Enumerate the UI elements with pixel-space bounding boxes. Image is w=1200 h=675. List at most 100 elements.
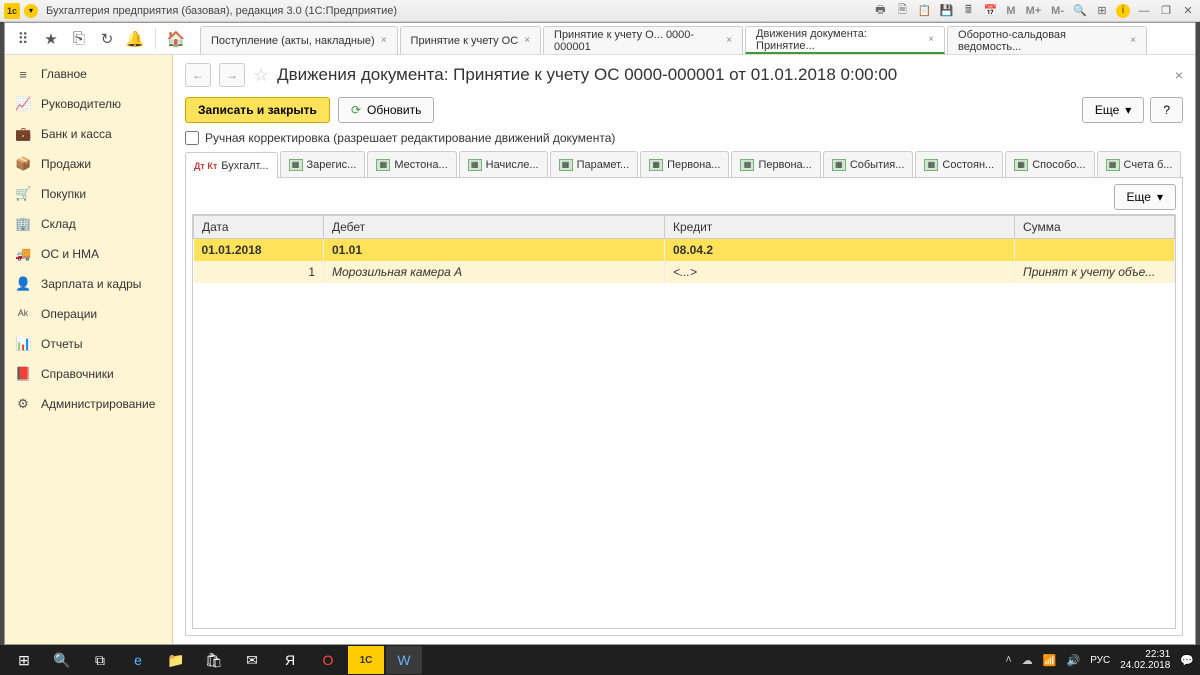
yandex-icon[interactable]: Я — [272, 646, 308, 674]
document-tab[interactable]: Поступление (акты, накладные)× — [200, 26, 398, 54]
calendar-icon[interactable]: 📅 — [982, 3, 998, 19]
register-tab[interactable]: ▦Счета б... — [1097, 151, 1182, 177]
manual-edit-checkbox[interactable] — [185, 131, 199, 145]
col-debit[interactable]: Дебет — [324, 216, 665, 239]
register-tab[interactable]: ▦Первона... — [640, 151, 729, 177]
edge-icon[interactable]: e — [120, 646, 156, 674]
zoom-icon[interactable]: 🔍 — [1072, 3, 1088, 19]
history-icon[interactable]: ⎘ — [67, 27, 91, 51]
opera-icon[interactable]: O — [310, 646, 346, 674]
document-tab[interactable]: Движения документа: Принятие...× — [745, 26, 945, 54]
sidebar-item[interactable]: 💼Банк и касса — [5, 119, 172, 149]
chevron-down-icon: ▾ — [1157, 190, 1163, 204]
sidebar-icon: ⚙ — [15, 396, 31, 412]
titlebar-right: 🖶 🗎 📋 💾 🖩 📅 M M+ M- 🔍 ⊞ i — ❐ ✕ — [872, 3, 1196, 19]
tray-cloud-icon[interactable]: ☁ — [1022, 654, 1033, 667]
register-tab[interactable]: ▦Первона... — [731, 151, 820, 177]
minimize-icon[interactable]: — — [1136, 3, 1152, 19]
sidebar-item[interactable]: 🚚ОС и НМА — [5, 239, 172, 269]
close-page-icon[interactable]: × — [1175, 67, 1183, 83]
save-icon[interactable]: 💾 — [938, 3, 954, 19]
memory-mplus[interactable]: M+ — [1024, 3, 1044, 19]
table-icon: ▦ — [649, 159, 663, 171]
sidebar-item[interactable]: 📦Продажи — [5, 149, 172, 179]
nav-back[interactable]: ← — [185, 63, 211, 87]
tab-close-icon[interactable]: × — [726, 35, 732, 46]
col-sum[interactable]: Сумма — [1015, 216, 1175, 239]
sidebar-label: Покупки — [41, 187, 86, 201]
nav-forward[interactable]: → — [219, 63, 245, 87]
mail-icon[interactable]: ✉ — [234, 646, 270, 674]
tab-close-icon[interactable]: × — [524, 35, 530, 46]
register-tab[interactable]: Дт КтБухгалт... — [185, 152, 278, 178]
tray-volume-icon[interactable]: 🔊 — [1067, 654, 1081, 667]
info-icon[interactable]: i — [1116, 4, 1130, 18]
clipboard-icon[interactable]: 📋 — [916, 3, 932, 19]
bell-icon[interactable]: 🔔 — [123, 27, 147, 51]
reload-icon[interactable]: ↻ — [95, 27, 119, 51]
close-icon[interactable]: ✕ — [1180, 3, 1196, 19]
taskview-icon[interactable]: ⧉ — [82, 646, 118, 674]
register-tab-label: Бухгалт... — [221, 160, 268, 172]
document-tab[interactable]: Принятие к учету О... 0000-000001× — [543, 26, 743, 54]
sidebar-item[interactable]: 📈Руководителю — [5, 89, 172, 119]
restore-icon[interactable]: ❐ — [1158, 3, 1174, 19]
tab-close-icon[interactable]: × — [381, 35, 387, 46]
favorite-page-icon[interactable]: ☆ — [253, 65, 269, 86]
register-tab[interactable]: ▦Начисле... — [459, 151, 548, 177]
document-tab[interactable]: Оборотно-сальдовая ведомость...× — [947, 26, 1147, 54]
register-tab[interactable]: ▦Зарегис... — [280, 151, 366, 177]
tray-date: 24.02.2018 — [1120, 660, 1170, 671]
sidebar-item[interactable]: 👤Зарплата и кадры — [5, 269, 172, 299]
grid-more-button[interactable]: Еще ▾ — [1114, 184, 1176, 210]
more-button[interactable]: Еще ▾ — [1082, 97, 1144, 123]
explorer-icon[interactable]: 📁 — [158, 646, 194, 674]
sidebar-item[interactable]: 📊Отчеты — [5, 329, 172, 359]
search-icon[interactable]: 🔍 — [44, 646, 80, 674]
doc-icon[interactable]: 🗎 — [894, 3, 910, 19]
sidebar-item[interactable]: 🛒Покупки — [5, 179, 172, 209]
tray-lang[interactable]: РУС — [1090, 655, 1110, 666]
table-row[interactable]: 01.01.201801.0108.04.2 — [194, 239, 1175, 262]
tray-up-icon[interactable]: ˄ — [1005, 654, 1011, 666]
sidebar-item[interactable]: 📕Справочники — [5, 359, 172, 389]
grid-icon[interactable]: ⊞ — [1094, 3, 1110, 19]
tray-notification-icon[interactable]: 💬 — [1180, 654, 1194, 667]
action-row: Записать и закрыть ⟳ Обновить Еще ▾ ? — [185, 97, 1183, 123]
movements-grid[interactable]: Дата Дебет Кредит Сумма 01.01.201801.010… — [192, 214, 1176, 629]
sidebar-item[interactable]: 🏢Склад — [5, 209, 172, 239]
register-tab[interactable]: ▦Парамет... — [550, 151, 639, 177]
tab-close-icon[interactable]: × — [1130, 35, 1136, 46]
apps-icon[interactable]: ⠿ — [11, 27, 35, 51]
table-icon: ▦ — [740, 159, 754, 171]
register-tab-label: Зарегис... — [307, 159, 357, 171]
help-button[interactable]: ? — [1150, 97, 1183, 123]
memory-mminus[interactable]: M- — [1049, 3, 1066, 19]
register-tab[interactable]: ▦Состоян... — [915, 151, 1003, 177]
document-tab[interactable]: Принятие к учету ОС× — [400, 26, 541, 54]
register-tab[interactable]: ▦Способо... — [1005, 151, 1094, 177]
refresh-button[interactable]: ⟳ Обновить — [338, 97, 434, 123]
col-date[interactable]: Дата — [194, 216, 324, 239]
tray-clock[interactable]: 22:31 24.02.2018 — [1120, 649, 1170, 671]
app-menu-dropdown[interactable]: ▾ — [24, 4, 38, 18]
print-icon[interactable]: 🖶 — [872, 3, 888, 19]
sidebar-item[interactable]: ≡Главное — [5, 59, 172, 89]
table-row[interactable]: 1Морозильная камера A<...>Принят к учету… — [194, 261, 1175, 283]
sidebar-item[interactable]: ᴬᵏОперации — [5, 299, 172, 329]
favorite-icon[interactable]: ★ — [39, 27, 63, 51]
1c-taskbar-icon[interactable]: 1C — [348, 646, 384, 674]
word-icon[interactable]: W — [386, 646, 422, 674]
tab-close-icon[interactable]: × — [928, 34, 934, 45]
save-close-button[interactable]: Записать и закрыть — [185, 97, 330, 123]
col-credit[interactable]: Кредит — [665, 216, 1015, 239]
register-tab[interactable]: ▦События... — [823, 151, 914, 177]
memory-m[interactable]: M — [1004, 3, 1017, 19]
home-icon[interactable]: 🏠 — [164, 27, 188, 51]
calc-icon[interactable]: 🖩 — [960, 3, 976, 19]
register-tab[interactable]: ▦Местона... — [367, 151, 456, 177]
tray-wifi-icon[interactable]: 📶 — [1043, 654, 1057, 667]
sidebar-item[interactable]: ⚙Администрирование — [5, 389, 172, 419]
store-icon[interactable]: 🛍 — [196, 646, 232, 674]
start-button[interactable]: ⊞ — [6, 646, 42, 674]
